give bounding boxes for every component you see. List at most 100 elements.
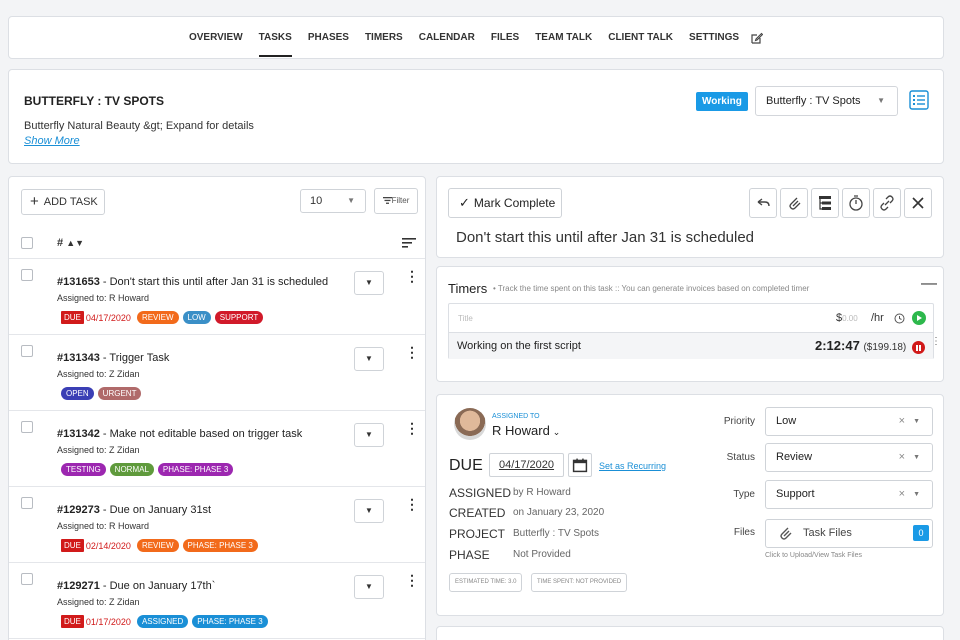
task-menu-icon[interactable]: ⋮: [405, 573, 419, 587]
timer-title-input[interactable]: Title: [458, 314, 473, 323]
tab-phases[interactable]: PHASES: [300, 16, 357, 59]
task-tag: NORMAL: [109, 463, 154, 476]
task-assignee: Assigned to: Z Zidan: [57, 445, 140, 455]
task-checkbox[interactable]: [21, 345, 33, 357]
id-header-label: #: [57, 237, 64, 249]
files-label: Files: [733, 527, 755, 538]
chevron-down-icon: ▼: [365, 278, 373, 287]
task-checkbox[interactable]: [21, 269, 33, 281]
timer-button[interactable]: [842, 188, 870, 218]
due-date-input[interactable]: 04/17/2020: [489, 453, 564, 477]
tab-team-talk[interactable]: TEAM TALK: [527, 16, 600, 59]
task-dropdown-button[interactable]: ▼: [354, 499, 384, 523]
paperclip-icon: [789, 197, 801, 210]
pause-icon[interactable]: [912, 341, 925, 354]
select-all-checkbox[interactable]: [21, 237, 33, 249]
sort-id-header[interactable]: # ▲▼: [57, 237, 84, 249]
clear-icon[interactable]: ×: [899, 481, 905, 508]
task-title-line[interactable]: #131653 - Don't start this until after J…: [57, 276, 328, 288]
task-assignee: Assigned to: Z Zidan: [57, 369, 140, 379]
task-files-button[interactable]: Task Files 0: [765, 519, 933, 548]
task-menu-icon[interactable]: ⋮: [405, 497, 419, 511]
set-recurring-link[interactable]: Set as Recurring: [599, 461, 666, 471]
task-title: Don't start this until after Jan 31 is s…: [109, 276, 329, 288]
tab-tasks[interactable]: TASKS: [251, 16, 300, 59]
task-dropdown-button[interactable]: ▼: [354, 347, 384, 371]
chevron-down-icon: ▼: [913, 491, 920, 498]
subtasks-button[interactable]: [811, 188, 839, 218]
type-label: Type: [733, 489, 755, 500]
task-assignee: Assigned to: R Howard: [57, 521, 150, 531]
stopwatch-icon: [849, 195, 863, 211]
estimated-time-badge: ESTIMATED TIME: 3.0: [449, 573, 523, 592]
type-select[interactable]: Support × ▼: [765, 480, 933, 509]
task-row[interactable]: #129271 - Due on January 17th` Assigned …: [9, 563, 425, 639]
project-select[interactable]: Butterfly : TV Spots ▼: [755, 86, 898, 116]
link-icon: [880, 195, 894, 211]
list-view-icon[interactable]: [909, 90, 929, 110]
task-dropdown-button[interactable]: ▼: [354, 575, 384, 599]
clear-icon[interactable]: ×: [899, 408, 905, 435]
sort-lines-icon[interactable]: [402, 238, 416, 248]
add-task-button[interactable]: + ADD TASK: [21, 189, 105, 215]
task-checkbox[interactable]: [21, 497, 33, 509]
task-menu-icon[interactable]: ⋮: [405, 421, 419, 435]
task-tag: REVIEW: [136, 311, 179, 324]
clock-icon[interactable]: [894, 313, 905, 324]
due-date: 04/17/2020: [85, 312, 131, 323]
rate-input[interactable]: $0.00: [836, 312, 858, 324]
task-title-line[interactable]: #129271 - Due on January 17th`: [57, 580, 215, 592]
mark-complete-button[interactable]: ✓ Mark Complete: [448, 188, 562, 218]
clear-icon[interactable]: ×: [899, 444, 905, 471]
task-tag: ASSIGNED: [136, 615, 189, 628]
show-more-link[interactable]: Show More: [24, 135, 80, 147]
tab-timers[interactable]: TIMERS: [357, 16, 411, 59]
time-spent-badge: TIME SPENT: NOT PROVIDED: [531, 573, 628, 592]
tab-files[interactable]: FILES: [483, 16, 527, 59]
task-tag: OPEN: [61, 387, 94, 400]
tab-calendar[interactable]: CALENDAR: [411, 16, 483, 59]
task-row[interactable]: #129273 - Due on January 31st Assigned t…: [9, 487, 425, 563]
assignee-name: R Howard: [492, 423, 550, 438]
task-title-line[interactable]: #131342 - Make not editable based on tri…: [57, 428, 302, 440]
collapse-button[interactable]: —: [921, 275, 937, 293]
status-select[interactable]: Review × ▼: [765, 443, 933, 472]
play-icon[interactable]: [912, 311, 926, 325]
undo-button[interactable]: [749, 188, 777, 218]
tab-client-talk[interactable]: CLIENT TALK: [600, 16, 681, 59]
more-options-icon[interactable]: ⋮: [931, 337, 941, 347]
tab-overview[interactable]: OVERVIEW: [181, 16, 251, 59]
task-checkbox[interactable]: [21, 573, 33, 585]
task-checkbox[interactable]: [21, 421, 33, 433]
filter-label: Filter: [391, 196, 410, 205]
project-title: BUTTERFLY : TV SPOTS: [24, 94, 165, 108]
task-title: Make not editable based on trigger task: [109, 428, 303, 440]
attach-button[interactable]: [780, 188, 808, 218]
mark-complete-label: Mark Complete: [473, 196, 556, 210]
filter-button[interactable]: Filter: [374, 188, 418, 214]
task-dropdown-button[interactable]: ▼: [354, 271, 384, 295]
task-action-buttons: [749, 188, 932, 218]
close-button[interactable]: [904, 188, 932, 218]
task-menu-icon[interactable]: ⋮: [405, 345, 419, 359]
timers-heading: Timers: [448, 281, 488, 296]
priority-select[interactable]: Low × ▼: [765, 407, 933, 436]
task-tags: DUE 01/17/2020 ASSIGNED PHASE: PHASE 3: [61, 615, 268, 628]
calendar-icon[interactable]: [568, 453, 592, 477]
task-menu-icon[interactable]: ⋮: [405, 269, 419, 283]
link-button[interactable]: [873, 188, 901, 218]
assignee-select[interactable]: R Howard ⌄: [492, 423, 560, 438]
task-title-line[interactable]: #129273 - Due on January 31st: [57, 504, 211, 516]
task-tags: DUE 04/17/2020 REVIEW LOW SUPPORT: [61, 311, 264, 324]
task-title-line[interactable]: #131343 - Trigger Task: [57, 352, 169, 364]
assigned-value: by R Howard: [513, 487, 571, 498]
per-page-select[interactable]: 10 ▼: [300, 189, 366, 213]
next-panel: [436, 626, 944, 640]
task-row[interactable]: #131653 - Don't start this until after J…: [9, 259, 425, 335]
task-row[interactable]: #131342 - Make not editable based on tri…: [9, 411, 425, 487]
edit-icon[interactable]: [751, 32, 764, 44]
close-icon: [912, 197, 924, 209]
task-row[interactable]: #131343 - Trigger Task Assigned to: Z Zi…: [9, 335, 425, 411]
tab-settings[interactable]: SETTINGS: [681, 16, 747, 59]
task-dropdown-button[interactable]: ▼: [354, 423, 384, 447]
